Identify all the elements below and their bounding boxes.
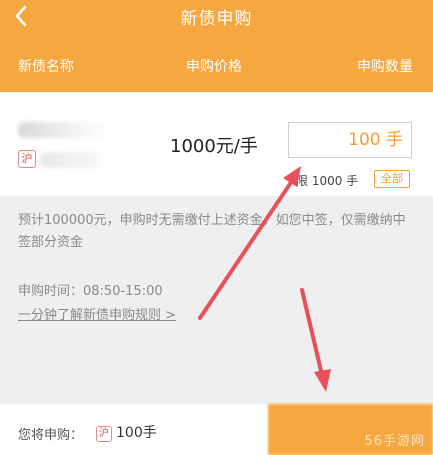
- bond-name-redacted: [18, 122, 110, 138]
- quantity-limit: 限 1000 手: [296, 174, 359, 188]
- quantity-input[interactable]: 100 手: [288, 122, 412, 158]
- top-bar: 新债申购 新债名称 申购价格 申购数量: [0, 0, 433, 92]
- subscription-time: 申购时间：08:50-15:00: [18, 284, 163, 299]
- watermark: 56手游网: [364, 434, 425, 449]
- bond-card: 沪 1000元/手 100 手 限 1000 手 全部: [0, 92, 433, 196]
- all-button[interactable]: 全部: [374, 170, 410, 188]
- info-panel: 预计100000元，申购时无需缴付上述资金。如您中签，仅需缴纳中签部分资金 申购…: [0, 196, 433, 382]
- column-header-price: 申购价格: [186, 59, 242, 75]
- bond-code-redacted: [40, 152, 100, 168]
- payment-note: 预计100000元，申购时无需缴付上述资金。如您中签，仅需缴纳中签部分资金: [18, 213, 406, 250]
- will-subscribe-quantity: 100手: [116, 425, 157, 441]
- rules-link[interactable]: 一分钟了解新债申购规则 >: [18, 304, 176, 323]
- bond-price: 1000元/手: [170, 136, 258, 157]
- footer-exchange-badge: 沪: [96, 426, 112, 442]
- column-header-quantity: 申购数量: [357, 59, 413, 75]
- bottom-bar: 您将申购： 沪 100手 56手游网: [0, 404, 433, 455]
- exchange-badge: 沪: [18, 150, 36, 168]
- column-header-name: 新债名称: [18, 59, 74, 75]
- will-subscribe-label: 您将申购：: [18, 428, 84, 443]
- page-title: 新债申购: [180, 9, 253, 29]
